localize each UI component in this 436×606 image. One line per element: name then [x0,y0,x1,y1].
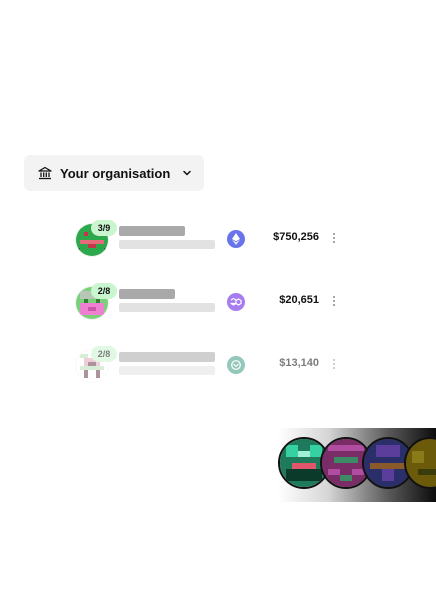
more-options-icon[interactable] [332,359,336,373]
threshold-badge: 3/9 [91,220,117,236]
account-balance: $750,256 [273,231,319,243]
threshold-badge: 2/8 [91,346,117,362]
polygon-icon [227,293,245,311]
organisation-label: Your organisation [60,165,171,181]
account-address-placeholder [119,303,215,312]
account-address-placeholder [119,366,215,375]
gnosis-icon [227,356,245,374]
account-row[interactable]: 3/9 $750,256 [76,220,346,257]
account-name-placeholder [119,226,185,236]
account-balance: $20,651 [279,294,319,306]
bank-icon [38,166,52,180]
more-options-icon[interactable] [332,296,336,310]
strip-avatar-olive [404,437,436,489]
more-options-icon[interactable] [332,233,336,247]
chevron-down-icon [183,170,192,176]
account-address-placeholder [119,240,215,249]
account-row[interactable]: 2/8 $20,651 [76,283,346,320]
avatar-strip [278,428,436,502]
threshold-badge: 2/8 [91,283,117,299]
account-name-placeholder [119,289,175,299]
account-name-placeholder [119,352,215,362]
ethereum-icon [227,230,245,248]
account-row[interactable]: 2/8 $13,140 [76,346,346,383]
organisation-selector[interactable]: Your organisation [24,155,204,191]
account-balance: $13,140 [279,357,319,369]
